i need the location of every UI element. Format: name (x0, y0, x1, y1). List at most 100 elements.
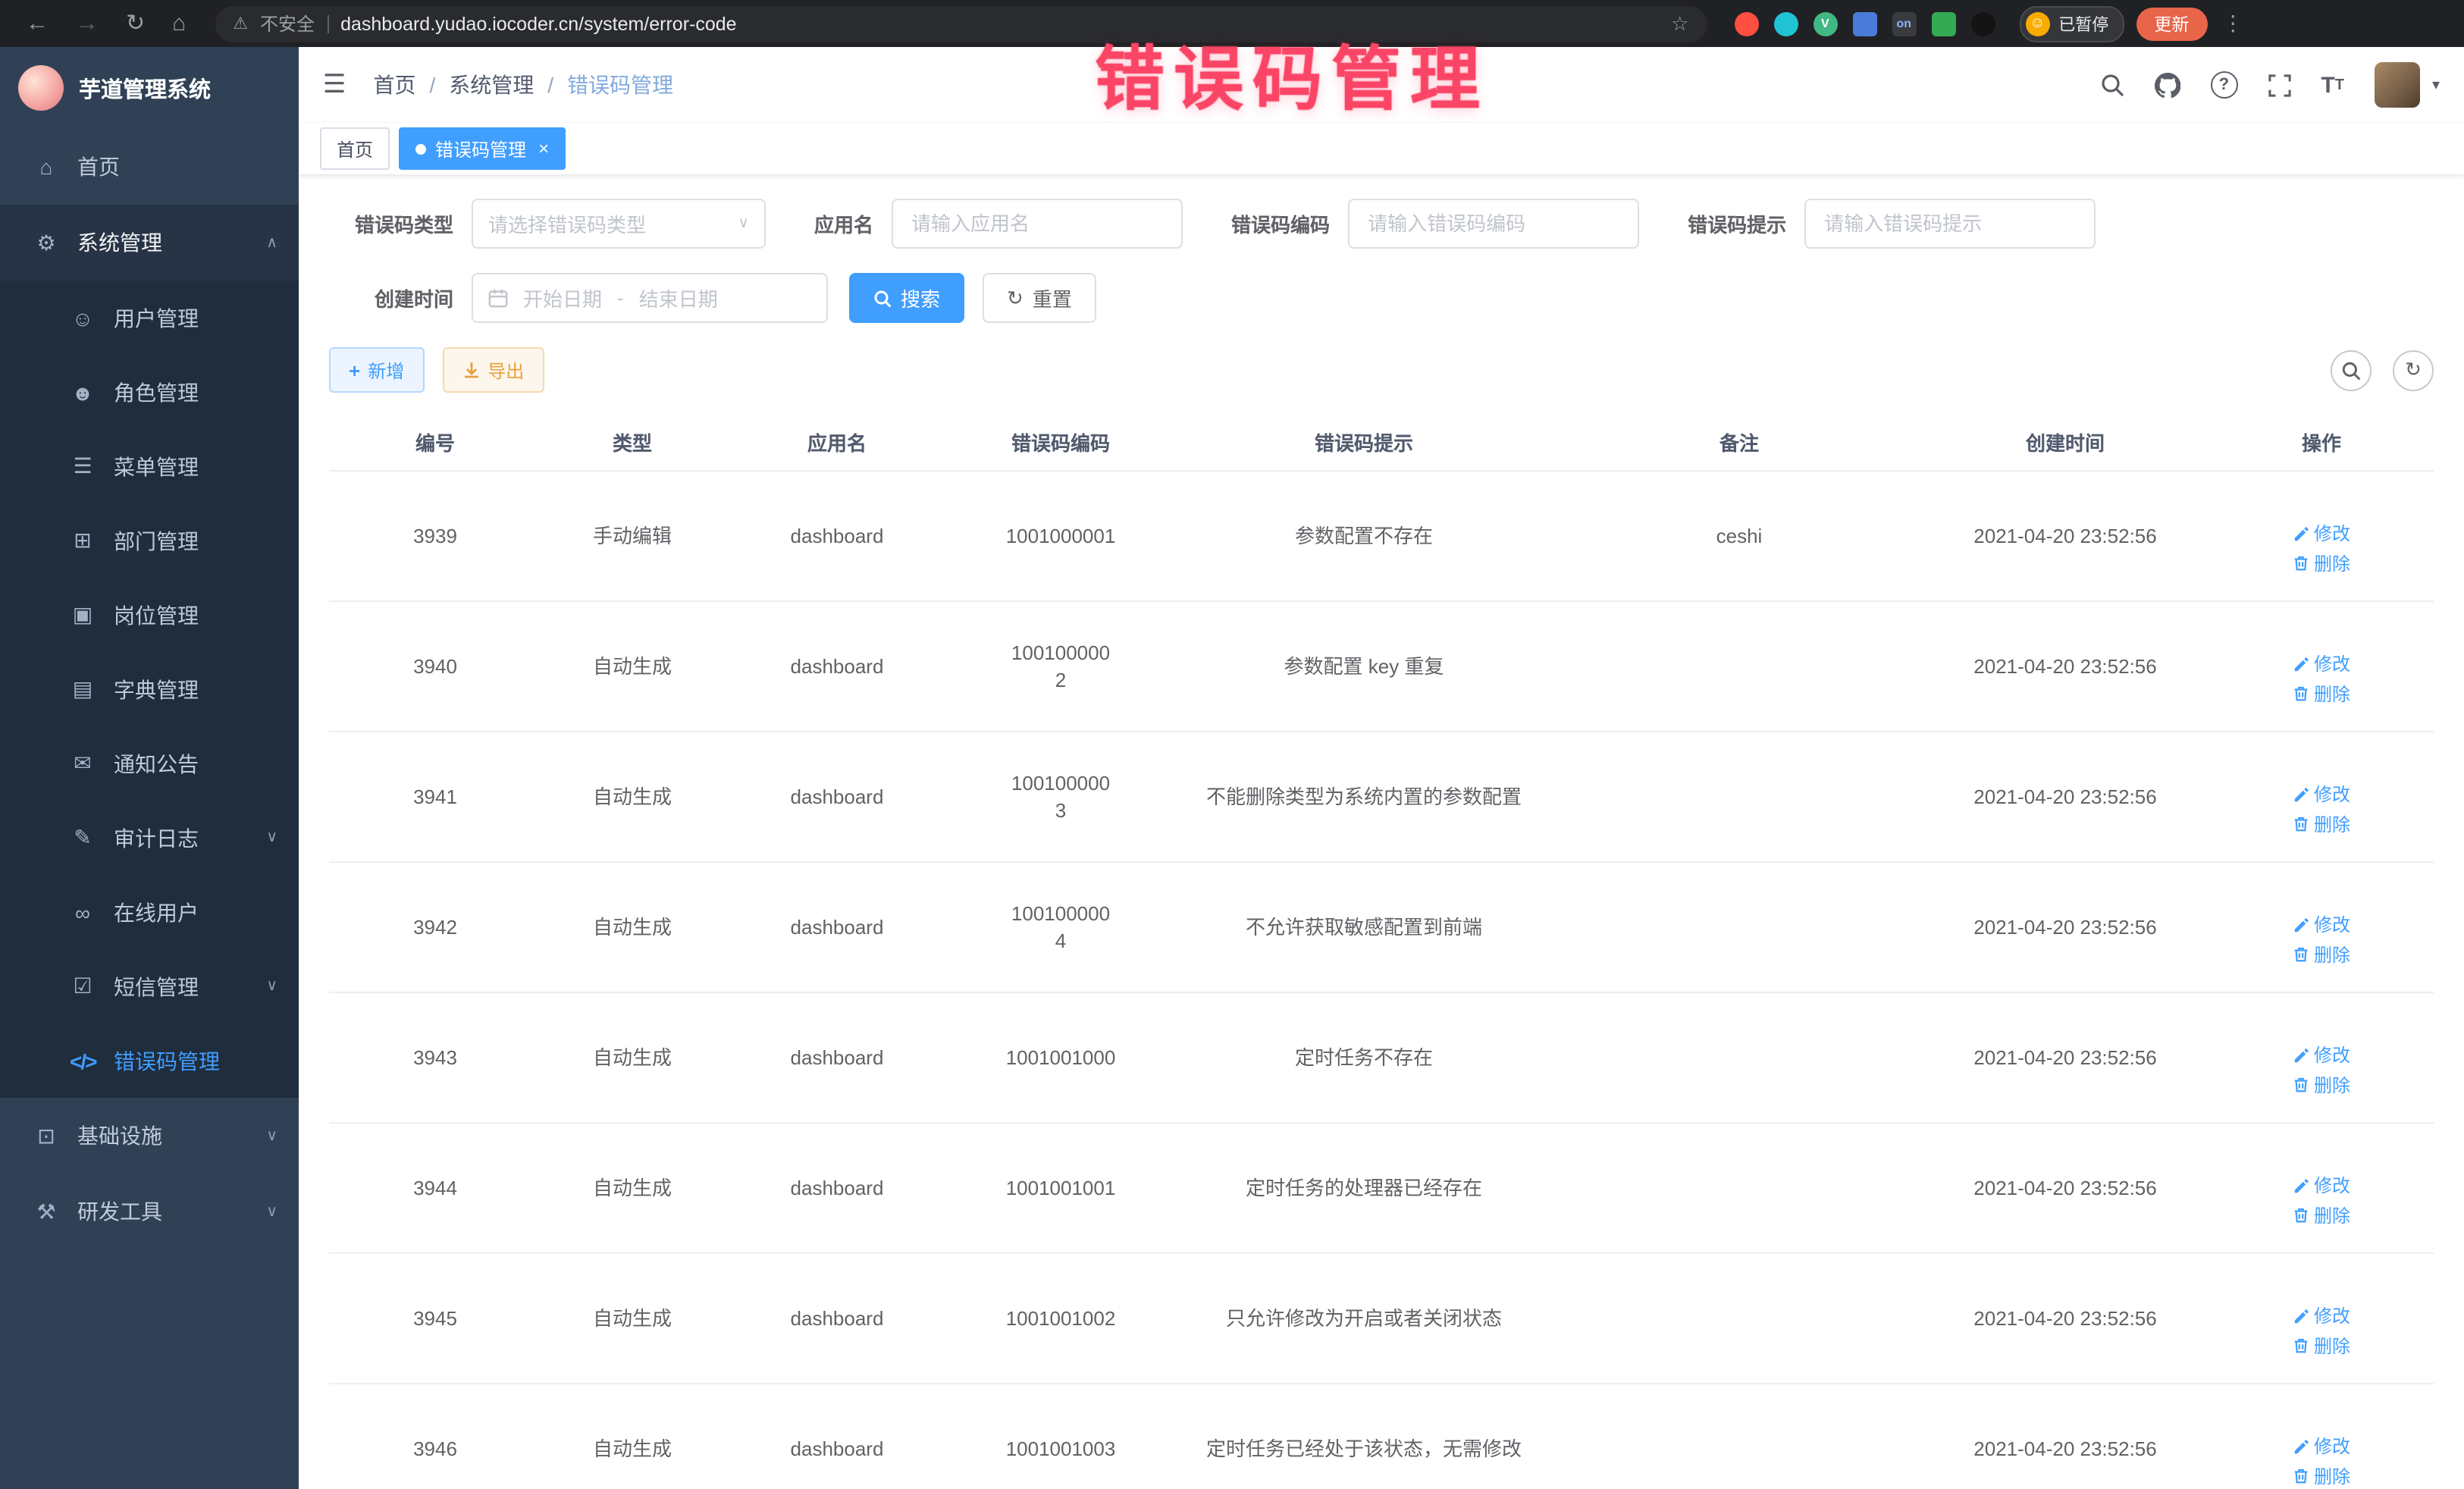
sidebar-item[interactable]: ⊡基础设施∨ (0, 1098, 299, 1174)
breadcrumb-item[interactable]: 首页 (374, 70, 416, 100)
tags-view: 首页错误码管理× (299, 123, 2464, 174)
delete-row-button[interactable]: 删除 (2293, 1071, 2350, 1099)
extension-teal-icon[interactable] (1773, 11, 1798, 36)
sidebar-item[interactable]: ⚙系统管理∧ (0, 205, 299, 281)
breadcrumb-separator: / (430, 73, 436, 97)
avatar-caret-icon[interactable]: ▾ (2432, 77, 2440, 93)
sidebar-item[interactable]: </>错误码管理 (0, 1023, 299, 1098)
cell-app-name: dashboard (723, 471, 951, 601)
sidebar-item[interactable]: ⚒研发工具∨ (0, 1174, 299, 1249)
sidebar-item[interactable]: ☑短信管理∨ (0, 949, 299, 1023)
forward-icon[interactable]: → (76, 12, 99, 35)
sidebar-item-label: 在线用户 (114, 897, 277, 927)
error-message-input[interactable] (1804, 199, 2096, 249)
search-icon[interactable] (2099, 73, 2124, 97)
export-button[interactable]: 导出 (442, 347, 544, 393)
sidebar-item-label: 首页 (77, 152, 277, 182)
delete-row-button[interactable]: 删除 (2293, 1332, 2350, 1359)
cell-type: 自动生成 (541, 1123, 723, 1253)
back-icon[interactable]: ← (26, 12, 49, 35)
edit-pencil-icon (2293, 786, 2309, 803)
cell-actions: 修改 删除 (2209, 1123, 2434, 1253)
add-button[interactable]: + 新增 (329, 347, 424, 393)
sidebar-item[interactable]: ☰菜单管理 (0, 429, 299, 503)
fullscreen-icon[interactable] (2268, 74, 2290, 96)
table-row: 3941 自动生成 dashboard 100100000 3 不能删除类型为系… (329, 732, 2434, 862)
cell-create-time: 2021-04-20 23:52:56 (1921, 1123, 2209, 1253)
breadcrumb-item[interactable]: 错误码管理 (567, 70, 673, 100)
sidebar-item-label: 岗位管理 (114, 600, 277, 630)
collapse-sidebar-icon[interactable]: ☰ (323, 70, 346, 100)
address-bar[interactable]: ⚠ 不安全 dashboard.yudao.iocoder.cn/system/… (215, 5, 1707, 42)
edit-pencil-icon (2293, 1177, 2309, 1194)
extension-green-icon[interactable] (1931, 11, 1955, 36)
reset-button[interactable]: ↻ 重置 (983, 273, 1096, 323)
error-code-input[interactable] (1348, 199, 1639, 249)
reload-icon[interactable]: ↻ (126, 12, 145, 35)
extension-red-icon[interactable] (1734, 11, 1758, 36)
edit-row-button[interactable]: 修改 (2293, 1172, 2350, 1199)
delete-row-button[interactable]: 删除 (2293, 941, 2350, 968)
pin-extension-icon[interactable] (1970, 11, 1995, 36)
delete-row-button[interactable]: 删除 (2293, 680, 2350, 707)
edit-row-button[interactable]: 修改 (2293, 520, 2350, 547)
tab-active[interactable]: 错误码管理× (399, 127, 566, 170)
browser-chrome: ← → ↻ ⌂ ⚠ 不安全 dashboard.yudao.iocoder.cn… (0, 0, 2464, 47)
date-range-picker[interactable]: 开始日期 - 结束日期 (472, 273, 828, 323)
extension-onetab-icon[interactable]: on (1892, 11, 1916, 36)
cell-app-name: dashboard (723, 992, 951, 1123)
toggle-search-icon[interactable] (2331, 350, 2372, 390)
refresh-table-icon[interactable]: ↻ (2393, 350, 2434, 390)
dev-tools-icon: ⚒ (33, 1199, 59, 1224)
cell-error-code: 1001000001 (951, 471, 1171, 601)
sidebar-item[interactable]: ⌂首页 (0, 129, 299, 205)
browser-menu-icon[interactable]: ⋮ (2222, 11, 2243, 36)
sidebar-item[interactable]: ✉通知公告 (0, 726, 299, 801)
sidebar-item[interactable]: ☺用户管理 (0, 281, 299, 355)
edit-row-button[interactable]: 修改 (2293, 1433, 2350, 1460)
tab-active-dot (415, 143, 426, 154)
github-icon[interactable] (2154, 72, 2180, 98)
sidebar-item[interactable]: ▤字典管理 (0, 652, 299, 726)
close-tab-icon[interactable]: × (538, 138, 549, 159)
user-avatar[interactable] (2375, 62, 2420, 108)
help-icon[interactable]: ? (2210, 71, 2237, 99)
bookmark-star-icon[interactable]: ☆ (1671, 11, 1688, 36)
sidebar-item[interactable]: ∞在线用户 (0, 875, 299, 949)
cell-id: 3939 (329, 471, 541, 601)
browser-home-icon[interactable]: ⌂ (172, 12, 186, 35)
edit-row-button[interactable]: 修改 (2293, 911, 2350, 939)
edit-row-button[interactable]: 修改 (2293, 781, 2350, 808)
edit-row-button[interactable]: 修改 (2293, 1302, 2350, 1330)
delete-row-button[interactable]: 删除 (2293, 550, 2350, 577)
sidebar-item[interactable]: ▣岗位管理 (0, 578, 299, 652)
tab-item[interactable]: 首页 (320, 127, 390, 170)
table-row: 3944 自动生成 dashboard 1001001001 定时任务的处理器已… (329, 1123, 2434, 1253)
update-button[interactable]: 更新 (2136, 7, 2207, 40)
vue-devtools-icon[interactable]: V (1813, 11, 1837, 36)
sidebar-item[interactable]: ✎审计日志∨ (0, 801, 299, 875)
delete-row-button[interactable]: 删除 (2293, 1462, 2350, 1489)
app-name-input[interactable] (892, 199, 1183, 249)
error-type-select[interactable]: 请选择错误码类型 ∨ (472, 199, 766, 249)
cell-create-time: 2021-04-20 23:52:56 (1921, 1253, 2209, 1384)
extension-grid-icon[interactable] (1852, 11, 1876, 36)
cell-error-code: 100100000 3 (951, 732, 1171, 862)
cell-app-name: dashboard (723, 1253, 951, 1384)
edit-row-button[interactable]: 修改 (2293, 650, 2350, 678)
search-button[interactable]: 搜索 (849, 273, 964, 323)
cell-id: 3942 (329, 862, 541, 992)
sidebar-menu: ⌂首页⚙系统管理∧☺用户管理☻角色管理☰菜单管理⊞部门管理▣岗位管理▤字典管理✉… (0, 129, 299, 1249)
delete-row-button[interactable]: 删除 (2293, 810, 2350, 838)
screenshot-root: ← → ↻ ⌂ ⚠ 不安全 dashboard.yudao.iocoder.cn… (0, 0, 2464, 1489)
edit-row-button[interactable]: 修改 (2293, 1042, 2350, 1069)
cell-actions: 修改 删除 (2209, 992, 2434, 1123)
app-name-label: 应用名 (814, 209, 873, 238)
breadcrumb-item[interactable]: 系统管理 (449, 70, 534, 100)
profile-chip[interactable]: ☺ 已暂停 (2019, 5, 2124, 42)
font-size-icon[interactable]: TT (2321, 72, 2344, 98)
sidebar-item[interactable]: ⊞部门管理 (0, 503, 299, 578)
delete-row-button[interactable]: 删除 (2293, 1202, 2350, 1229)
sidebar-item[interactable]: ☻角色管理 (0, 355, 299, 429)
sync-paused-label: 已暂停 (2058, 11, 2108, 36)
